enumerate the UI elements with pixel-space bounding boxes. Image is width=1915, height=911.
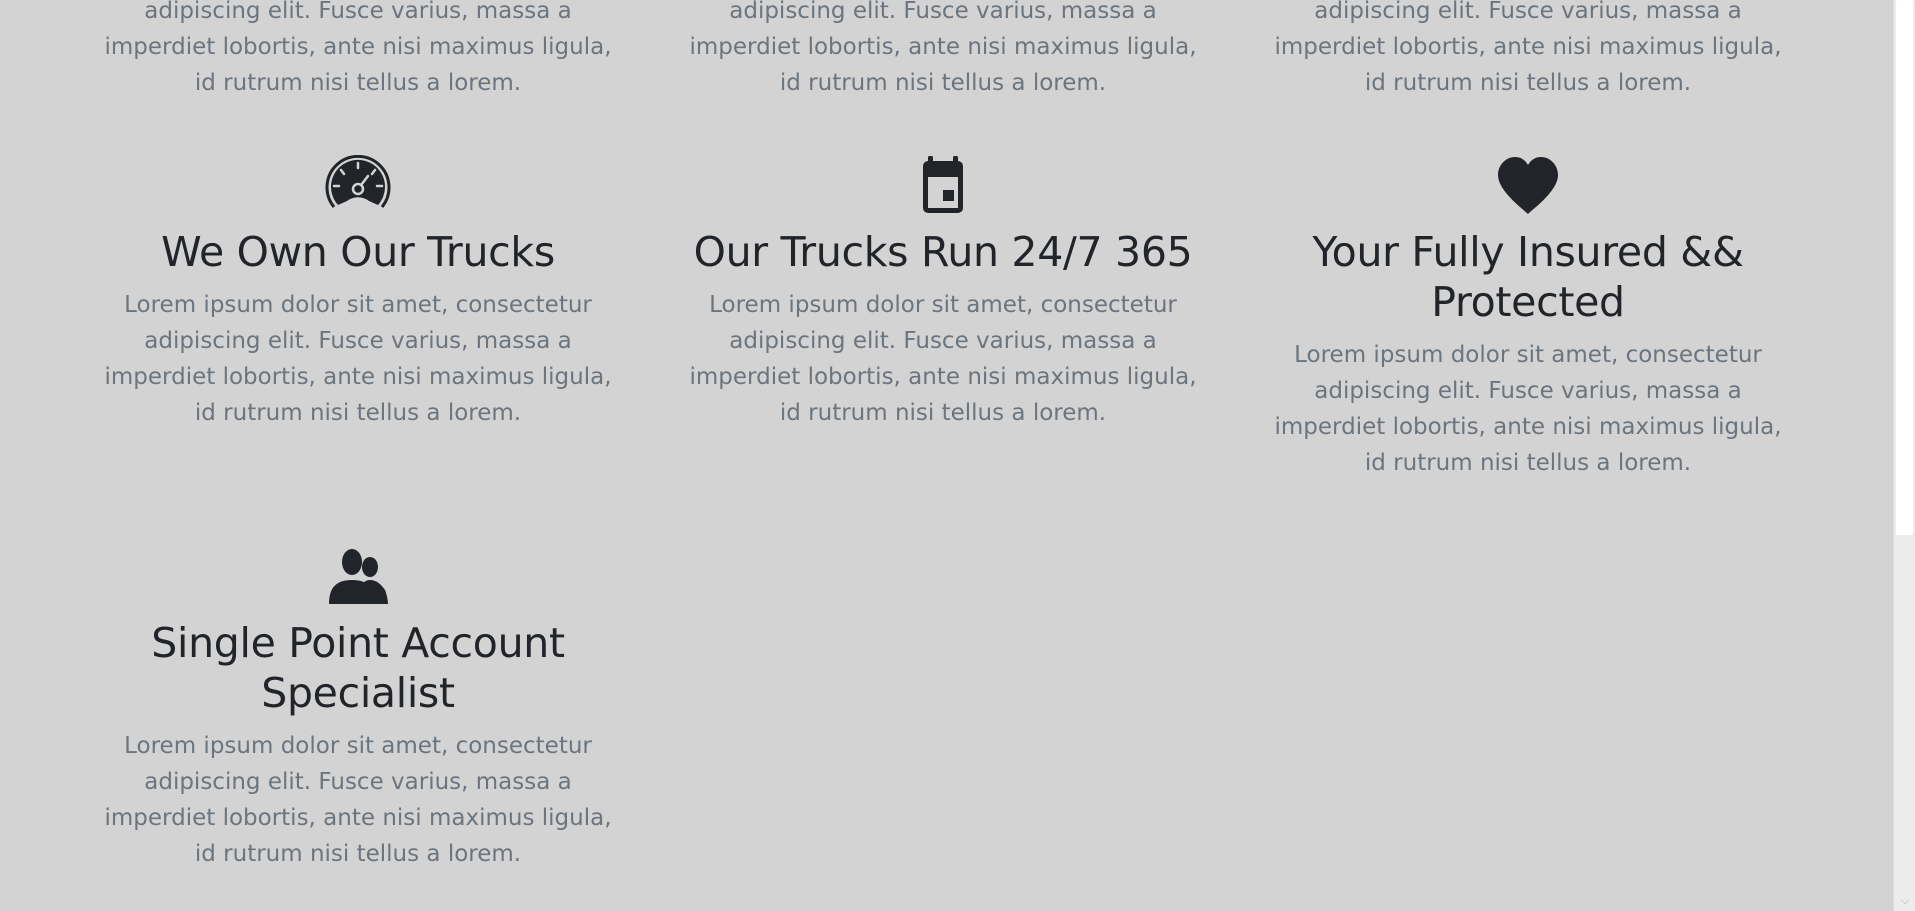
feature-top-1: adipiscing elit. Fusce varius, massa a i… [98,0,618,101]
feature-title: Single Point Account Specialist [151,619,565,717]
feature-single-point-account: Single Point Account Specialist Lorem ip… [98,546,618,872]
feature-description: adipiscing elit. Fusce varius, massa a i… [104,0,612,96]
heart-icon [1498,157,1558,214]
feature-fully-insured: Your Fully Insured && Protected Lorem ip… [1268,155,1788,481]
feature-description: adipiscing elit. Fusce varius, massa a i… [689,0,1197,96]
feature-title: We Own Our Trucks [161,228,555,276]
feature-title: Your Fully Insured && Protected [1312,228,1744,326]
scroll-down-arrow-icon[interactable]: ⌵ [1894,893,1915,909]
users-icon [329,549,388,604]
speedometer-icon [325,155,391,208]
feature-title: Our Trucks Run 24/7 365 [693,228,1193,276]
scrollbar-thumb[interactable] [1896,0,1913,535]
feature-description: Lorem ipsum dolor sit amet, consectetur … [689,292,1197,426]
calendar-icon [923,156,963,213]
feature-we-own-our-trucks: We Own Our Trucks Lorem ipsum dolor sit … [98,155,618,431]
feature-trucks-run-24-7: Our Trucks Run 24/7 365 Lorem ipsum dolo… [683,155,1203,431]
vertical-scrollbar[interactable]: ⌵ [1893,0,1915,911]
feature-description: Lorem ipsum dolor sit amet, consectetur … [104,292,612,426]
feature-top-2: adipiscing elit. Fusce varius, massa a i… [683,0,1203,101]
feature-description: Lorem ipsum dolor sit amet, consectetur … [1274,342,1782,476]
feature-description: Lorem ipsum dolor sit amet, consectetur … [104,733,612,867]
feature-top-3: adipiscing elit. Fusce varius, massa a i… [1268,0,1788,101]
features-section: adipiscing elit. Fusce varius, massa a i… [0,0,1893,911]
feature-description: adipiscing elit. Fusce varius, massa a i… [1274,0,1782,96]
